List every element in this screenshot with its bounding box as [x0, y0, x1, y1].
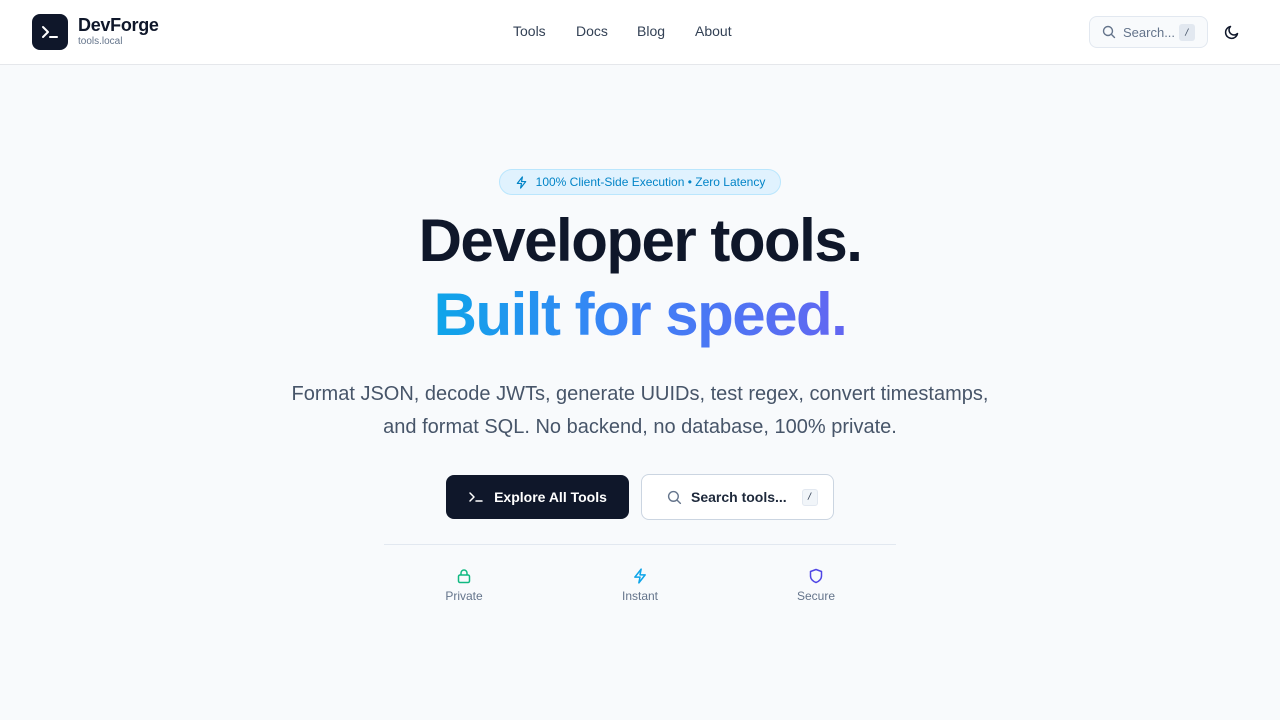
- header-search-placeholder: Search...: [1123, 24, 1176, 40]
- feature-instant-label: Instant: [621, 589, 659, 603]
- nav-link-tools[interactable]: Tools: [513, 23, 546, 39]
- moon-icon: [1224, 25, 1239, 40]
- feature-secure-label: Secure: [796, 589, 836, 603]
- hero-title-line1: Developer tools.: [418, 207, 863, 274]
- header-search[interactable]: Search... /: [1089, 16, 1208, 48]
- theme-toggle-button[interactable]: [1220, 20, 1244, 44]
- hero-title-gradient: Built for speed.: [433, 281, 848, 348]
- search-icon: [667, 490, 682, 504]
- hero-title-line2: Built for speed.: [0, 280, 1280, 350]
- search-tools-shortcut-key: /: [801, 488, 818, 506]
- top-header: DevForge tools.local Tools Docs Blog Abo…: [0, 0, 1280, 65]
- feature-private-label: Private: [445, 589, 483, 603]
- hero-description: Format JSON, decode JWTs, generate UUIDs…: [291, 383, 989, 438]
- feature-instant: Instant: [590, 568, 690, 603]
- nav-link-about[interactable]: About: [695, 23, 732, 39]
- shield-icon: [809, 568, 823, 584]
- search-shortcut-key: /: [1179, 24, 1195, 41]
- lightning-icon: [516, 175, 526, 189]
- nav-link-blog[interactable]: Blog: [637, 23, 665, 39]
- lightning-icon: [634, 568, 646, 584]
- hero-badge: 100% Client-Side Execution • Zero Latenc…: [499, 169, 781, 195]
- hero-divider: [384, 544, 896, 545]
- feature-secure: Secure: [766, 568, 866, 603]
- nav-link-docs[interactable]: Docs: [576, 23, 608, 39]
- search-icon: [1102, 25, 1116, 39]
- search-tools-button[interactable]: Search tools... /: [641, 474, 834, 520]
- terminal-icon: [469, 492, 483, 502]
- explore-all-tools-label: Explore All Tools: [494, 489, 607, 505]
- search-tools-label: Search tools...: [691, 489, 787, 505]
- feature-private: Private: [414, 568, 514, 603]
- lock-icon: [457, 569, 471, 584]
- hero-badge-text: 100% Client-Side Execution • Zero Latenc…: [535, 175, 766, 189]
- main-nav: Tools Docs Blog About: [0, 23, 1280, 43]
- explore-all-tools-button[interactable]: Explore All Tools: [446, 475, 629, 519]
